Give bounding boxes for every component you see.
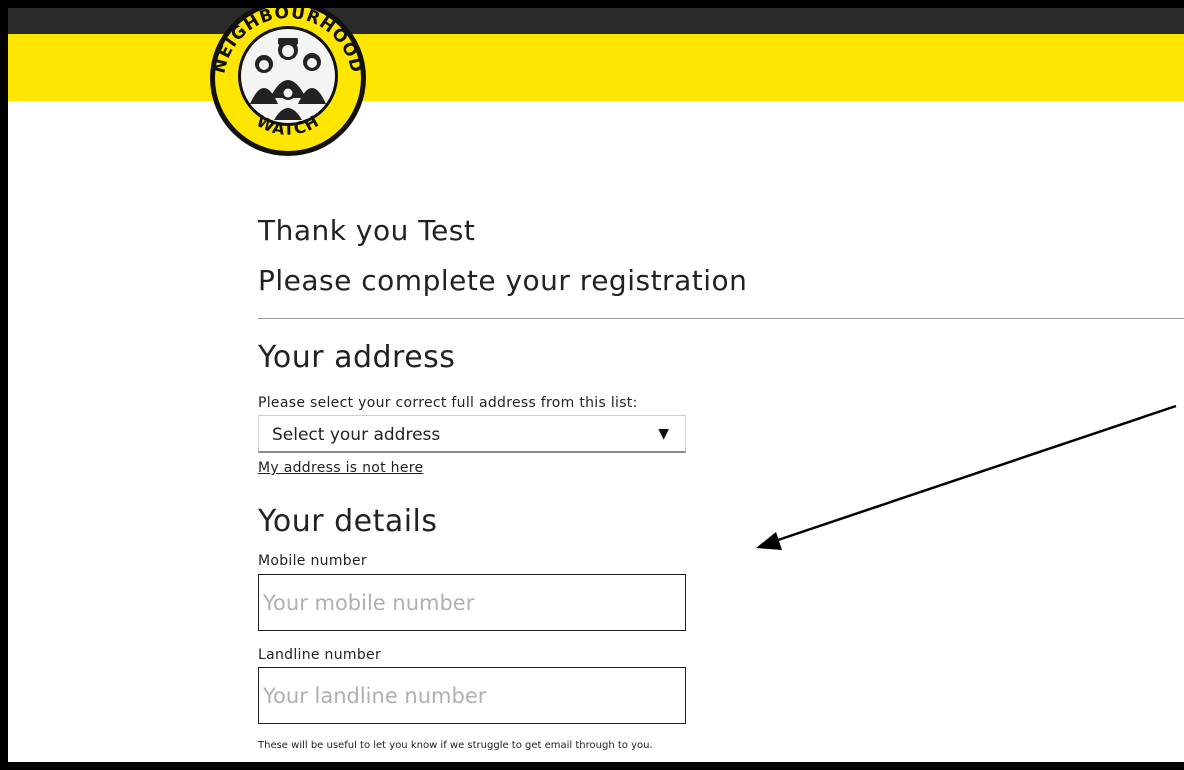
address-select-label: Please select your correct full address … [258, 395, 638, 411]
details-section-title: Your details [258, 504, 438, 539]
contact-note: These will be useful to let you know if … [258, 740, 653, 751]
address-not-here-link[interactable]: My address is not here [258, 460, 423, 476]
mobile-number-label: Mobile number [258, 553, 367, 569]
annotation-arrow [756, 404, 1177, 550]
address-select-value: Select your address [272, 425, 441, 445]
landline-number-input[interactable] [258, 667, 686, 724]
screenshot-frame [0, 0, 1184, 770]
chevron-down-icon: ▼ [658, 426, 669, 442]
landline-number-label: Landline number [258, 647, 381, 663]
address-section-title: Your address [258, 340, 456, 375]
thank-you-heading: Thank you Test [258, 214, 476, 247]
neighbourhood-watch-logo[interactable]: NEIGHBOURHOOD WATCH [206, 0, 370, 158]
header-yellow-bar [0, 34, 1184, 101]
section-divider [258, 318, 1184, 319]
address-select[interactable]: Select your address ▼ [258, 415, 686, 453]
mobile-number-input[interactable] [258, 574, 686, 631]
registration-subtitle: Please complete your registration [258, 264, 748, 297]
top-dark-bar [0, 0, 1184, 34]
